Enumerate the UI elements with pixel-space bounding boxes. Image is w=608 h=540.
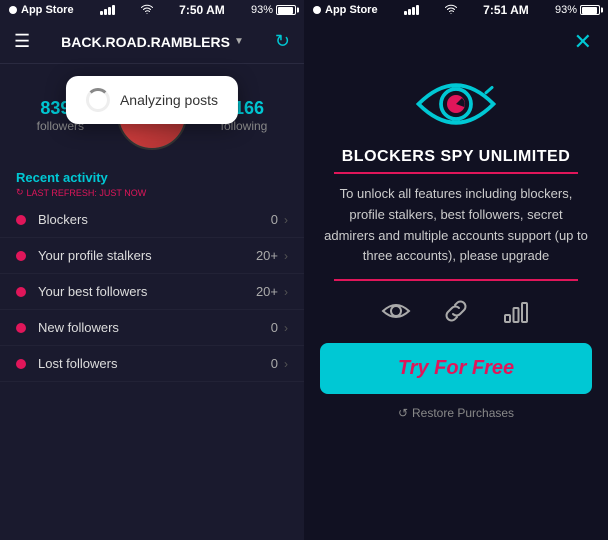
promo-title: BLOCKERS SPY UNLIMITED [304, 148, 608, 172]
analyzing-overlay: Analyzing posts [66, 76, 238, 124]
section-header: Recent activity ↻ LAST REFRESH: JUST NOW [0, 162, 304, 202]
spinner-icon [86, 88, 110, 112]
section-refresh: ↻ LAST REFRESH: JUST NOW [16, 187, 288, 198]
restore-icon: ↺ [398, 406, 408, 420]
activity-name: New followers [38, 320, 271, 335]
activity-count: 0 [271, 212, 278, 227]
section-title: Recent activity [16, 170, 288, 185]
activity-list: Blockers 0 › Your profile stalkers 20+ ›… [0, 202, 304, 540]
chart-feature-icon [500, 295, 532, 327]
time-right: 7:51 AM [483, 3, 529, 17]
close-button[interactable]: ✕ [574, 29, 592, 55]
activity-count: 20+ [256, 248, 278, 263]
activity-dot [16, 287, 26, 297]
left-panel: App Store 7:50 AM 93% ☰ BACK.ROAD.RAMBLE… [0, 0, 304, 540]
analyzing-text: Analyzing posts [120, 92, 218, 108]
chevron-right-icon: › [284, 285, 288, 299]
time-left: 7:50 AM [179, 3, 225, 17]
feature-link-icon [440, 295, 472, 327]
activity-dot [16, 215, 26, 225]
nav-bar-left: ☰ BACK.ROAD.RAMBLERS ▼ ↻ [0, 20, 304, 64]
activity-name: Your best followers [38, 284, 256, 299]
app-store-label-right: App Store [312, 4, 378, 16]
activity-dot [16, 323, 26, 333]
chevron-right-icon: › [284, 213, 288, 227]
apple-icon-left [8, 5, 18, 15]
feature-eye-icon [380, 295, 412, 327]
battery-pct-left: 93% [251, 4, 273, 16]
feature-icons-row [304, 295, 608, 343]
app-store-label-left: App Store [8, 4, 74, 16]
signal-bars-right [404, 5, 419, 15]
profile-area: 8398 followers 6166 following Analyzing … [0, 64, 304, 162]
battery-icon-left [276, 5, 296, 15]
list-item[interactable]: Blockers 0 › [0, 202, 304, 238]
chevron-right-icon: › [284, 321, 288, 335]
promo-description: To unlock all features including blocker… [304, 184, 608, 279]
eye-logo [411, 74, 501, 134]
restore-purchases-link[interactable]: ↺ Restore Purchases [304, 402, 608, 424]
app-store-text-right: App Store [325, 4, 378, 16]
list-item[interactable]: Your profile stalkers 20+ › [0, 238, 304, 274]
battery-icon-right [580, 5, 600, 15]
right-panel: App Store 7:51 AM 93% ✕ [304, 0, 608, 540]
activity-name: Blockers [38, 212, 271, 227]
red-divider-bottom [334, 279, 577, 281]
wifi-icon-left [141, 4, 153, 16]
refresh-icon[interactable]: ↻ [275, 31, 290, 52]
list-item[interactable]: New followers 0 › [0, 310, 304, 346]
link-feature-icon [440, 295, 472, 327]
red-divider-top [334, 172, 577, 174]
app-store-text-left: App Store [21, 4, 74, 16]
apple-icon-right [312, 5, 322, 15]
activity-dot [16, 251, 26, 261]
logo-area [304, 64, 608, 148]
status-bar-right: App Store 7:51 AM 93% [304, 0, 608, 20]
restore-text: Restore Purchases [412, 406, 514, 420]
hamburger-icon[interactable]: ☰ [14, 31, 30, 52]
list-item[interactable]: Lost followers 0 › [0, 346, 304, 382]
top-bar-right: ✕ [304, 20, 608, 64]
status-bar-left: App Store 7:50 AM 93% [0, 0, 304, 20]
chevron-right-icon: › [284, 249, 288, 263]
activity-dot [16, 359, 26, 369]
brand-name: BACK.ROAD.RAMBLERS [61, 34, 230, 50]
try-btn-container: Try For Free [304, 343, 608, 402]
feature-chart-icon [500, 295, 532, 327]
wifi-icon-right [445, 4, 457, 16]
activity-name: Your profile stalkers [38, 248, 256, 263]
activity-name: Lost followers [38, 356, 271, 371]
list-item[interactable]: Your best followers 20+ › [0, 274, 304, 310]
activity-count: 0 [271, 320, 278, 335]
battery-pct-right: 93% [555, 4, 577, 16]
brand-chevron-icon: ▼ [234, 36, 244, 47]
activity-count: 0 [271, 356, 278, 371]
brand-title[interactable]: BACK.ROAD.RAMBLERS ▼ [61, 34, 244, 50]
activity-count: 20+ [256, 284, 278, 299]
refresh-time: LAST REFRESH: JUST NOW [27, 188, 147, 198]
refresh-small-icon: ↻ [16, 187, 24, 198]
try-for-free-button[interactable]: Try For Free [320, 343, 592, 394]
chevron-right-icon: › [284, 357, 288, 371]
signal-bars-left [100, 5, 115, 15]
eye-feature-icon [380, 295, 412, 327]
